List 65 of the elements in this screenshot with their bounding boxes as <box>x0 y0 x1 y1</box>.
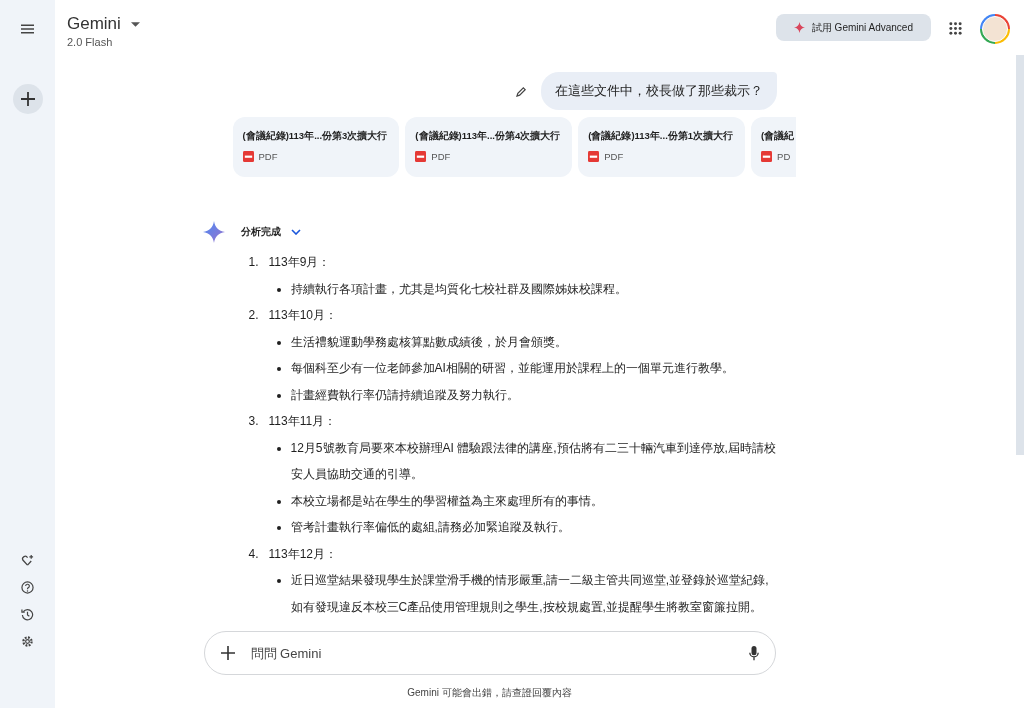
scrollbar[interactable] <box>1016 55 1024 455</box>
bullet-icon <box>276 499 281 504</box>
file-name: (會議紀錄)113年...份第3次擴大行 <box>242 129 389 143</box>
prompt-field[interactable]: 問問 Gemini <box>203 631 776 675</box>
bullet-icon <box>276 340 281 345</box>
pdf-icon <box>242 151 254 162</box>
list-number: 4. <box>248 545 260 563</box>
file-name: (會議紀錄)113年...份第4次擴大行 <box>415 129 562 143</box>
upgrade-button[interactable]: 試用 Gemini Advanced <box>775 14 931 41</box>
file-chip[interactable]: (會議紀錄)113年...份第4次擴大行 PDF <box>405 117 573 177</box>
disclaimer-text: Gemini 可能會出錯，請查證回覆內容 <box>407 686 572 700</box>
bullet-icon <box>276 393 281 398</box>
chevron-down-icon <box>290 229 301 235</box>
bullet-text: 計畫經費執行率仍請持續追蹤及努力執行。 <box>290 386 520 404</box>
gemini-sparkle-icon <box>202 221 225 243</box>
file-chip[interactable]: (會議紀 PD <box>751 117 797 177</box>
caret-icon[interactable] <box>130 21 140 27</box>
file-name: (會議紀錄)113年...份第1次擴大行 <box>588 129 735 143</box>
user-message: 在這些文件中，校長做了那些裁示？ <box>540 72 777 110</box>
bullet-text: 近日巡堂結果發現學生於課堂滑手機的情形嚴重,請一二級主管共同巡堂,並登錄於巡堂紀錄,如有發現違反本校三C產品使用管理規則之學生,按校規處置,並提醒學生將教室窗簾拉開。 <box>290 572 770 616</box>
bullet-text: 本校立場都是站在學生的學習權益為主來處理所有的事情。 <box>290 492 604 510</box>
pdf-icon <box>588 151 600 162</box>
section-heading: 113年12月： <box>268 545 337 563</box>
file-type: PD <box>777 151 791 162</box>
bullet-text: 生活禮貌運動學務處核算點數成績後，於月會頒獎。 <box>290 333 568 351</box>
list-number: 1. <box>248 254 260 271</box>
microphone-icon[interactable] <box>748 645 759 661</box>
file-chip[interactable]: (會議紀錄)113年...份第3次擴大行 PDF <box>232 117 400 177</box>
bullet-icon <box>276 526 281 530</box>
bullet-icon <box>276 367 281 371</box>
bullet-text: 12月5號教育局要來本校辦理AI 體驗跟法律的講座,預估將有二三十輛汽車到達停放,屆時請校安人員協助交通的引導。 <box>290 439 777 483</box>
bullet-icon <box>276 579 281 583</box>
prompt-input[interactable]: 問問 Gemini <box>248 644 735 662</box>
apps-grid-icon[interactable] <box>949 22 962 35</box>
file-chip[interactable]: (會議紀錄)113年...份第1次擴大行 PDF <box>578 117 746 177</box>
sparkle-icon <box>793 22 805 33</box>
analysis-toggle[interactable]: 分析完成 <box>240 225 301 239</box>
section-heading: 113年10月： <box>268 307 337 324</box>
list-number: 3. <box>248 413 260 430</box>
plus-icon <box>20 92 35 106</box>
section-heading: 113年11月： <box>268 413 337 430</box>
settings-icon[interactable] <box>21 635 34 648</box>
app-title[interactable]: Gemini <box>67 14 121 34</box>
edit-icon[interactable] <box>515 85 527 97</box>
bullet-icon <box>276 287 281 292</box>
file-type: PDF <box>258 151 278 162</box>
heart-sparkle-icon[interactable] <box>21 554 34 567</box>
pdf-icon <box>761 151 773 162</box>
bullet-text: 每個科至少有一位老師參加AI相關的研習，並能運用於課程上的一個單元進行教學。 <box>290 360 735 377</box>
file-name: (會議紀 <box>761 129 796 143</box>
bullet-icon <box>276 446 281 451</box>
add-icon[interactable] <box>220 646 235 660</box>
section-heading: 113年9月： <box>268 254 331 271</box>
bullet-text: 管考計畫執行率偏低的處組,請務必加緊追蹤及執行。 <box>290 519 571 536</box>
file-type: PDF <box>431 151 451 162</box>
list-number: 2. <box>248 307 260 324</box>
pdf-icon <box>415 151 427 162</box>
new-chat-button[interactable] <box>12 84 43 114</box>
avatar[interactable] <box>980 14 1010 44</box>
bullet-text: 持續執行各項計畫，尤其是均質化七校社群及國際姊妹校課程。 <box>290 280 628 298</box>
menu-icon[interactable] <box>21 24 34 34</box>
history-icon[interactable] <box>21 608 34 621</box>
help-icon[interactable] <box>21 581 34 594</box>
model-label: 2.0 Flash <box>67 36 114 48</box>
file-type: PDF <box>604 151 624 162</box>
